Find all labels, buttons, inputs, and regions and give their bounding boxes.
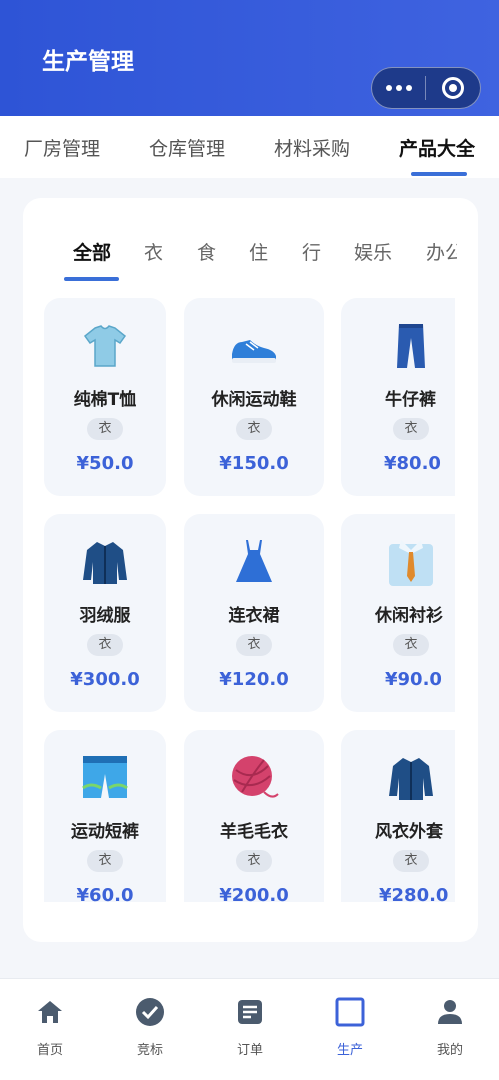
nav-label: 首页 xyxy=(36,1043,63,1058)
bottom-navigation: 首页 竞标 订单 生产 我的 xyxy=(0,978,499,1080)
product-price: ¥300.0 xyxy=(70,669,140,690)
nav-production[interactable]: 生产 xyxy=(315,997,385,1058)
product-price: ¥200.0 xyxy=(219,885,289,902)
page-title: 生产管理 xyxy=(42,49,134,75)
product-name: 休闲衬衫 xyxy=(375,606,443,626)
top-tab-bar: 厂房管理 仓库管理 材料采购 产品大全 xyxy=(0,116,499,178)
product-card[interactable]: 牛仔裤 衣 ¥80.0 xyxy=(341,298,455,496)
check-circle-icon xyxy=(115,997,185,1027)
product-name: 纯棉T恤 xyxy=(73,390,137,410)
shorts-icon xyxy=(44,752,166,804)
active-category-indicator xyxy=(64,277,119,281)
category-tab-all[interactable]: 全部 xyxy=(73,238,111,265)
product-category-tag: 衣 xyxy=(236,634,272,656)
nav-label: 竞标 xyxy=(136,1043,163,1058)
nav-label: 订单 xyxy=(236,1043,263,1058)
category-tab-food[interactable]: 食 xyxy=(197,238,216,265)
more-dots-icon[interactable] xyxy=(372,68,425,108)
product-card[interactable]: 运动短裤 衣 ¥60.0 xyxy=(44,730,166,902)
product-card[interactable]: 休闲衬衫 衣 ¥90.0 xyxy=(341,514,455,712)
product-card[interactable]: 羽绒服 衣 ¥300.0 xyxy=(44,514,166,712)
product-card[interactable]: 纯棉T恤 衣 ¥50.0 xyxy=(44,298,166,496)
category-tab-office[interactable]: 办公 xyxy=(426,238,457,265)
active-tab-indicator xyxy=(411,172,467,176)
product-category-tag: 衣 xyxy=(87,634,123,656)
product-price: ¥150.0 xyxy=(219,453,289,474)
product-price: ¥280.0 xyxy=(379,885,449,902)
product-name: 羽绒服 xyxy=(79,606,131,626)
category-tab-clothing[interactable]: 衣 xyxy=(144,238,163,265)
sneaker-icon xyxy=(184,320,324,372)
product-card-panel: 全部 衣 食 住 行 娱乐 办公 纯棉T恤 衣 ¥50.0 休闲运动鞋 衣 ¥1… xyxy=(23,198,478,942)
tab-factory[interactable]: 厂房管理 xyxy=(24,134,100,161)
product-card[interactable]: 休闲运动鞋 衣 ¥150.0 xyxy=(184,298,324,496)
nav-label: 我的 xyxy=(436,1043,463,1058)
tab-products[interactable]: 产品大全 xyxy=(399,134,475,161)
product-category-tag: 衣 xyxy=(236,850,272,872)
tshirt-icon xyxy=(44,320,166,372)
home-icon xyxy=(15,997,85,1027)
product-price: ¥60.0 xyxy=(76,885,134,902)
nav-orders[interactable]: 订单 xyxy=(215,997,285,1058)
yarn-ball-icon xyxy=(184,752,324,804)
product-name: 牛仔裤 xyxy=(385,390,436,410)
product-price: ¥50.0 xyxy=(76,453,134,474)
product-name: 羊毛毛衣 xyxy=(220,822,288,842)
product-name: 休闲运动鞋 xyxy=(211,390,297,410)
product-card[interactable]: 羊毛毛衣 衣 ¥200.0 xyxy=(184,730,324,902)
nav-profile[interactable]: 我的 xyxy=(415,997,485,1058)
nav-home[interactable]: 首页 xyxy=(15,997,85,1058)
coat-icon xyxy=(44,536,166,588)
nav-label: 生产 xyxy=(336,1043,363,1058)
product-category-tag: 衣 xyxy=(393,850,429,872)
product-category-tag: 衣 xyxy=(87,850,123,872)
product-grid: 纯棉T恤 衣 ¥50.0 休闲运动鞋 衣 ¥150.0 牛仔裤 衣 ¥80.0 … xyxy=(44,298,455,902)
square-outline-icon xyxy=(315,997,385,1027)
category-tab-bar: 全部 衣 食 住 行 娱乐 办公 xyxy=(23,198,457,288)
product-price: ¥90.0 xyxy=(385,669,442,690)
category-tab-entertainment[interactable]: 娱乐 xyxy=(354,238,392,265)
nav-bidding[interactable]: 竞标 xyxy=(115,997,185,1058)
app-header: 生产管理 xyxy=(0,0,499,116)
coat-icon xyxy=(341,752,455,804)
shirt-tie-icon xyxy=(341,536,455,588)
product-category-tag: 衣 xyxy=(393,418,429,440)
product-price: ¥120.0 xyxy=(219,669,289,690)
mini-program-capsule xyxy=(371,67,481,109)
dress-icon xyxy=(184,536,324,588)
product-category-tag: 衣 xyxy=(236,418,272,440)
product-price: ¥80.0 xyxy=(384,453,441,474)
product-card[interactable]: 连衣裙 衣 ¥120.0 xyxy=(184,514,324,712)
product-category-tag: 衣 xyxy=(87,418,123,440)
product-category-tag: 衣 xyxy=(393,634,429,656)
product-name: 运动短裤 xyxy=(71,822,139,842)
product-name: 风衣外套 xyxy=(375,822,443,842)
jeans-icon xyxy=(341,320,455,372)
document-icon xyxy=(215,997,285,1027)
tab-warehouse[interactable]: 仓库管理 xyxy=(149,134,225,161)
target-circle-icon[interactable] xyxy=(426,68,480,108)
category-tab-travel[interactable]: 行 xyxy=(302,238,321,265)
product-card[interactable]: 风衣外套 衣 ¥280.0 xyxy=(341,730,455,902)
tab-purchasing[interactable]: 材料采购 xyxy=(274,134,350,161)
product-name: 连衣裙 xyxy=(228,606,280,626)
category-tab-housing[interactable]: 住 xyxy=(249,238,268,265)
user-icon xyxy=(415,997,485,1027)
